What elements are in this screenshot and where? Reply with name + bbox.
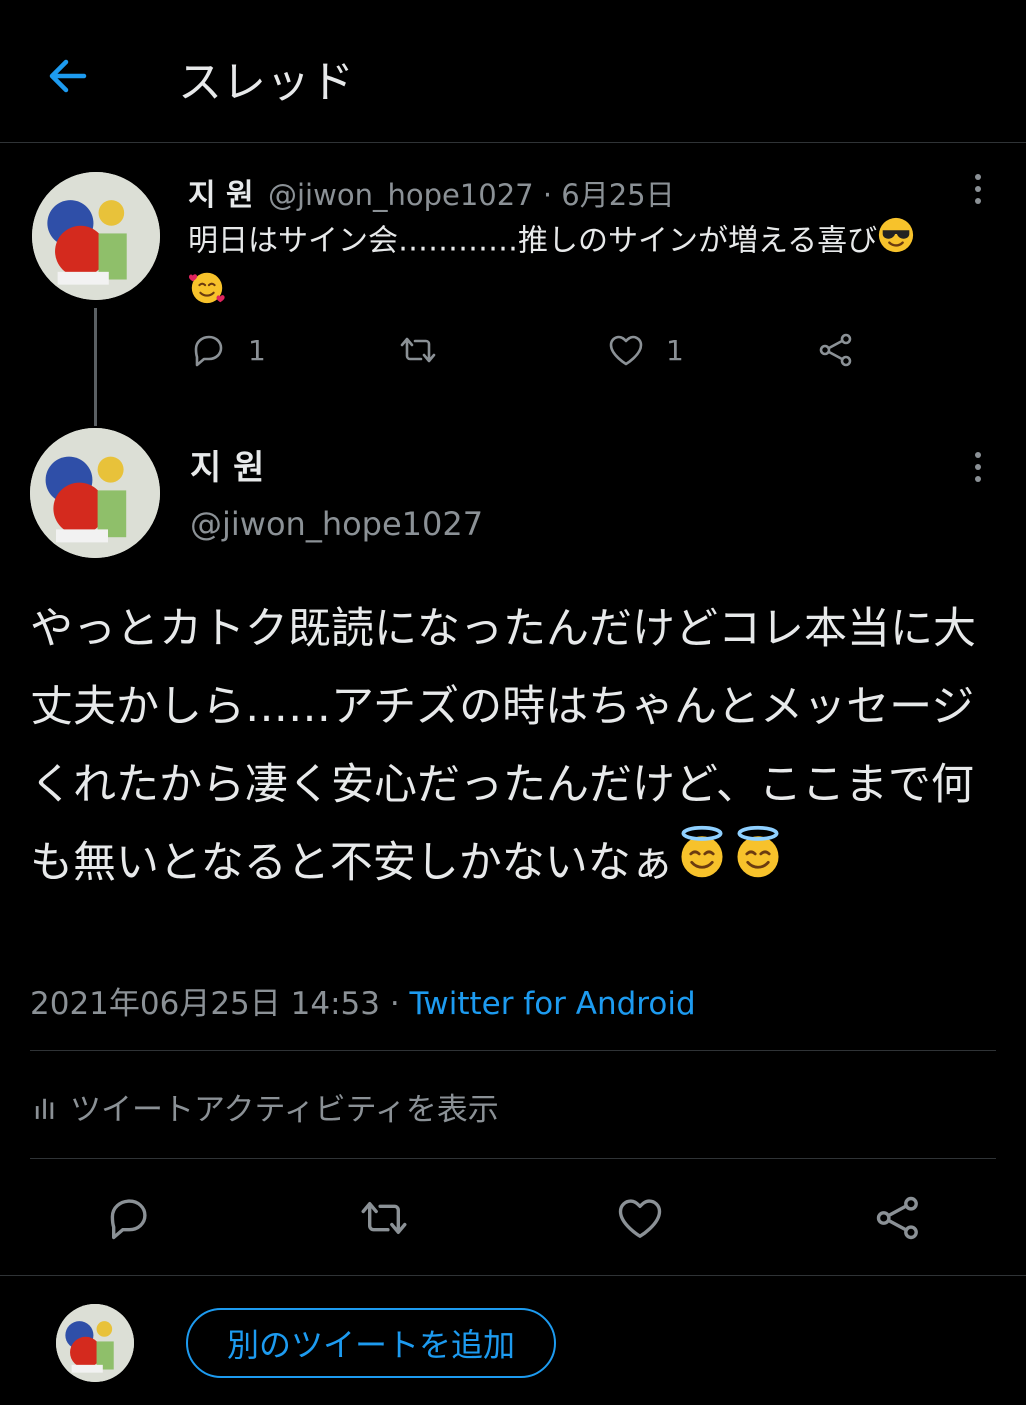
retweet-icon — [400, 337, 436, 363]
avatar[interactable] — [30, 428, 160, 558]
reply-button[interactable]: 1 — [188, 330, 266, 370]
author-handle-date[interactable]: @jiwon_hope1027 · 6月25日 — [268, 172, 675, 214]
author-name[interactable]: 지 원 — [190, 440, 264, 489]
share-icon — [819, 333, 852, 367]
add-tweet-label: 別のツイートを追加 — [226, 1326, 515, 1364]
retweet-button[interactable] — [398, 330, 438, 370]
halo-emoji — [730, 825, 786, 906]
page-title: スレッド — [178, 57, 354, 108]
like-count: 1 — [666, 333, 684, 367]
add-tweet-button[interactable]: 別のツイートを追加 — [186, 1308, 556, 1378]
sunglasses-emoji — [877, 216, 915, 268]
share-icon — [876, 1196, 918, 1240]
reply-count: 1 — [248, 333, 266, 367]
reply-icon — [194, 335, 223, 367]
thread-connector — [94, 308, 97, 426]
share-button[interactable] — [816, 330, 856, 370]
retweet-icon — [361, 1202, 407, 1234]
author-name[interactable]: 지 원 — [188, 170, 254, 214]
divider — [30, 1158, 996, 1159]
tweet-body-text: やっとカトク既読になったんだけどコレ本当に大丈夫かしら……アチズの時はちゃんとメ… — [30, 604, 976, 888]
like-button[interactable]: 1 — [606, 330, 684, 370]
divider — [30, 1050, 996, 1051]
avatar[interactable] — [56, 1304, 134, 1382]
more-icon[interactable] — [968, 170, 988, 210]
timestamp: 2021年06月25日 14:53 · — [30, 986, 410, 1022]
halo-emoji — [674, 825, 730, 906]
tweet-text: 明日はサイン会…………推しのサインが増える喜び — [188, 216, 978, 320]
chart-icon — [35, 1098, 54, 1119]
retweet-button[interactable] — [358, 1192, 410, 1244]
like-icon — [618, 1199, 662, 1238]
reply-icon — [110, 1199, 147, 1240]
divider — [0, 1275, 1026, 1276]
share-button[interactable] — [872, 1192, 924, 1244]
like-button[interactable] — [614, 1192, 666, 1244]
top-bar — [0, 0, 1026, 143]
avatar[interactable] — [32, 172, 160, 300]
tweet-body: やっとカトク既読になったんだけどコレ本当に大丈夫かしら……アチズの時はちゃんとメ… — [30, 590, 995, 906]
tweet-text-content: 明日はサイン会…………推しのサインが増える喜び — [188, 223, 878, 259]
more-icon[interactable] — [968, 448, 988, 488]
tweet-activity-label: ツイートアクティビティを表示 — [70, 1092, 499, 1128]
back-arrow-icon[interactable] — [44, 52, 92, 100]
source-link[interactable]: Twitter for Android — [410, 986, 696, 1022]
tweet-meta: 2021年06月25日 14:53 · Twitter for Android — [30, 978, 696, 1023]
like-icon — [609, 335, 643, 366]
tweet-activity-link[interactable]: ツイートアクティビティを表示 — [34, 1084, 499, 1129]
smiling-hearts-emoji — [188, 268, 226, 320]
reply-button[interactable] — [102, 1192, 154, 1244]
author-handle[interactable]: @jiwon_hope1027 — [190, 505, 483, 543]
